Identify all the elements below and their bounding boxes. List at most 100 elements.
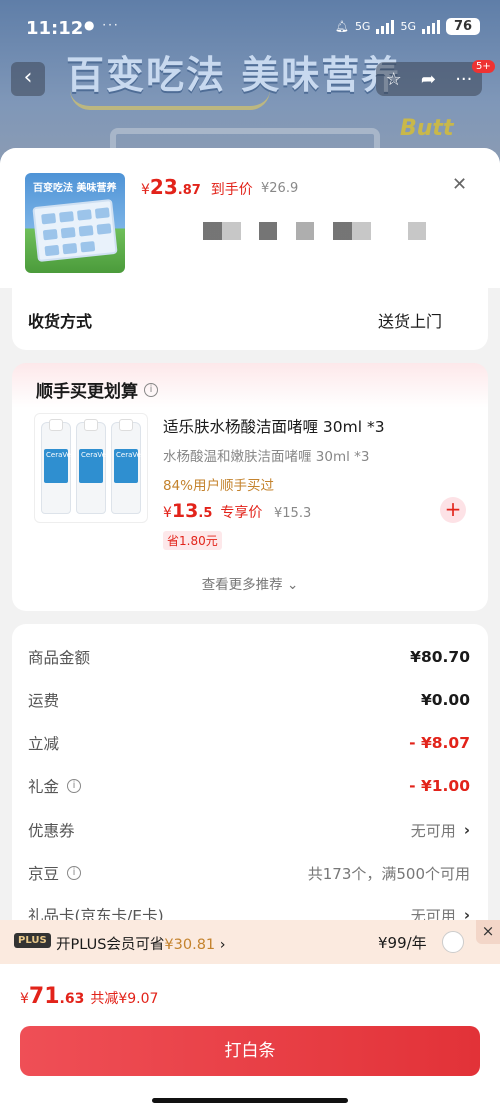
status-time: 11:12 (26, 18, 84, 39)
sku-option-blurred[interactable] (259, 222, 277, 240)
chevron-down-icon: ⌄ (286, 577, 299, 593)
chevron-left-icon: ‹ (23, 65, 33, 90)
status-bar: 11:12 ● ··· 🔔︎ 5G 5G 76 (0, 0, 500, 42)
home-indicator (152, 1098, 348, 1103)
recommend-product-subtitle: 水杨酸温和嫩肤洁面啫喱 30ml *3 (163, 449, 370, 465)
plus-savings-text[interactable]: 开PLUS会员可省¥30.81 › (56, 933, 226, 954)
summary-row-goods-amount: 商品金额 ¥80.70 (28, 646, 470, 668)
sku-option-blurred[interactable] (203, 222, 241, 240)
total-decimal: .63 (59, 991, 85, 1007)
checkout-footer: ¥ 71 .63 共减¥9.07 打白条 (0, 964, 500, 1112)
network-label-1: 5G (354, 20, 371, 33)
price-integer: 13 (171, 500, 199, 522)
recommend-product-name[interactable]: 适乐肤水杨酸洁面啫喱 30ml *3 (163, 415, 385, 437)
bottle-label: CeraVe (79, 449, 106, 483)
summary-value: ¥0.00 (420, 691, 470, 709)
plus-price: ¥99/年 (378, 934, 427, 952)
sku-option-blurred[interactable] (296, 222, 314, 240)
thumbnail-title: 百变吃法 美味营养 (33, 183, 117, 194)
star-icon[interactable]: ☆ (386, 69, 402, 90)
recommend-card: 顺手买更划算 i CeraVe CeraVe CeraVe 适乐肤水杨酸洁面啫喱… (12, 363, 488, 611)
signal-icon-2 (422, 19, 440, 34)
summary-value-with-chevron: 无可用 › (410, 821, 470, 840)
summary-value: 共173个，满500个可用 (307, 864, 470, 883)
product-thumbnail[interactable]: 百变吃法 美味营养 (25, 173, 125, 273)
summary-label-with-info: 京豆 i (28, 862, 82, 884)
summary-label: 优惠券 (28, 822, 75, 840)
nav-actions: ☆ ➦ ··· (376, 62, 482, 96)
summary-row-jd-beans: 京豆 i 共173个，满500个可用 (28, 862, 470, 884)
plus-icon: + (444, 497, 462, 521)
network-label-2: 5G (400, 20, 416, 33)
battery-icon: 76 (446, 18, 480, 35)
info-icon[interactable]: i (144, 382, 158, 397)
delivery-label: 收货方式 (28, 312, 93, 331)
recommend-original-price: ¥15.3 (274, 506, 312, 521)
price-decimal: .87 (177, 183, 201, 198)
price-currency: ¥ (141, 182, 150, 198)
bottle-label: CeraVe (44, 449, 71, 483)
recommend-price: ¥ 13 .5 专享价 (163, 500, 262, 522)
total-integer: 71 (28, 984, 60, 1009)
recommend-product-image[interactable]: CeraVe CeraVe CeraVe (34, 413, 148, 523)
message-badge: 5+ (472, 60, 495, 73)
summary-label: 商品金额 (28, 649, 91, 667)
price-integer: 23 (149, 175, 178, 199)
info-icon[interactable]: i (67, 866, 82, 880)
add-to-order-button[interactable]: + (440, 497, 466, 523)
total-reduced: 共减¥9.07 (90, 991, 159, 1007)
bottle-shape: CeraVe (41, 419, 71, 514)
summary-value: - ¥8.07 (409, 734, 470, 752)
pay-button[interactable]: 打白条 (20, 1026, 480, 1076)
plus-select-radio[interactable] (442, 931, 464, 953)
summary-row-instant-discount: 立减 - ¥8.07 (28, 732, 470, 754)
bottle-shape: CeraVe (76, 419, 106, 514)
more-icon[interactable]: ··· (455, 69, 472, 90)
summary-label: 运费 (28, 692, 60, 710)
summary-label: 立减 (28, 735, 60, 753)
view-more-recommend-link[interactable]: 查看更多推荐 ⌄ (12, 573, 488, 593)
back-button[interactable]: ‹ (11, 62, 45, 96)
delivery-method-row[interactable]: 收货方式 送货上门 (12, 286, 488, 350)
bell-icon: 🔔︎ (334, 20, 349, 33)
delivery-value: 送货上门 (378, 312, 443, 331)
chevron-right-icon: › (463, 821, 470, 839)
recommend-title-row: 顺手买更划算 i (36, 377, 158, 402)
price-tag: 专享价 (220, 505, 263, 521)
summary-value: - ¥1.00 (409, 777, 470, 795)
signal-icon (376, 19, 395, 34)
status-icons: 🔔︎ 5G 5G 76 (335, 18, 480, 35)
thumbnail-pack (32, 198, 118, 263)
sku-option-blurred[interactable] (333, 222, 371, 240)
recommend-buy-rate: 84%用户顺手买过 (163, 478, 275, 494)
original-price: ¥26.9 (261, 181, 299, 196)
summary-label-with-info: 礼金 i (28, 775, 82, 797)
summary-row-gift-money: 礼金 i - ¥1.00 (28, 775, 470, 797)
product-price: ¥ 23 .87 到手价 (141, 175, 253, 199)
close-icon[interactable]: ✕ (452, 174, 467, 195)
chevron-right-icon: › (219, 937, 226, 953)
summary-row-coupon[interactable]: 优惠券 无可用 › (28, 819, 470, 841)
sku-option-blurred[interactable] (408, 222, 426, 240)
price-decimal: .5 (198, 506, 213, 521)
close-icon[interactable]: × (476, 920, 500, 944)
summary-value: ¥80.70 (410, 648, 470, 666)
plus-savings-amount: ¥30.81 (164, 937, 216, 953)
price-tag: 到手价 (210, 182, 253, 198)
checkout-sheet: 百变吃法 美味营养 ¥ 23 .87 到手价 ¥26.9 ✕ 收货方式 送货上门… (0, 148, 500, 1112)
recommend-save-badge: 省1.80元 (163, 531, 222, 550)
total-currency: ¥ (20, 991, 29, 1007)
plus-membership-bar[interactable]: PLUS 开PLUS会员可省¥30.81 › ¥99/年 × (0, 920, 500, 964)
info-icon[interactable]: i (67, 779, 82, 793)
plus-badge: PLUS (14, 933, 51, 948)
bottle-label: CeraVe (114, 449, 141, 483)
bottle-shape: CeraVe (111, 419, 141, 514)
share-icon[interactable]: ➦ (421, 69, 436, 90)
product-header: 百变吃法 美味营养 ¥ 23 .87 到手价 ¥26.9 ✕ (0, 148, 500, 288)
recommend-title: 顺手买更划算 (36, 382, 138, 402)
price-summary-card: 商品金额 ¥80.70 运费 ¥0.00 立减 - ¥8.07 礼金 i - ¥1… (12, 624, 488, 954)
status-notification-icons: ● ··· (84, 18, 120, 32)
price-currency: ¥ (163, 505, 172, 521)
total-price: ¥ 71 .63 共减¥9.07 (20, 984, 158, 1009)
banner-swoosh (70, 90, 270, 110)
